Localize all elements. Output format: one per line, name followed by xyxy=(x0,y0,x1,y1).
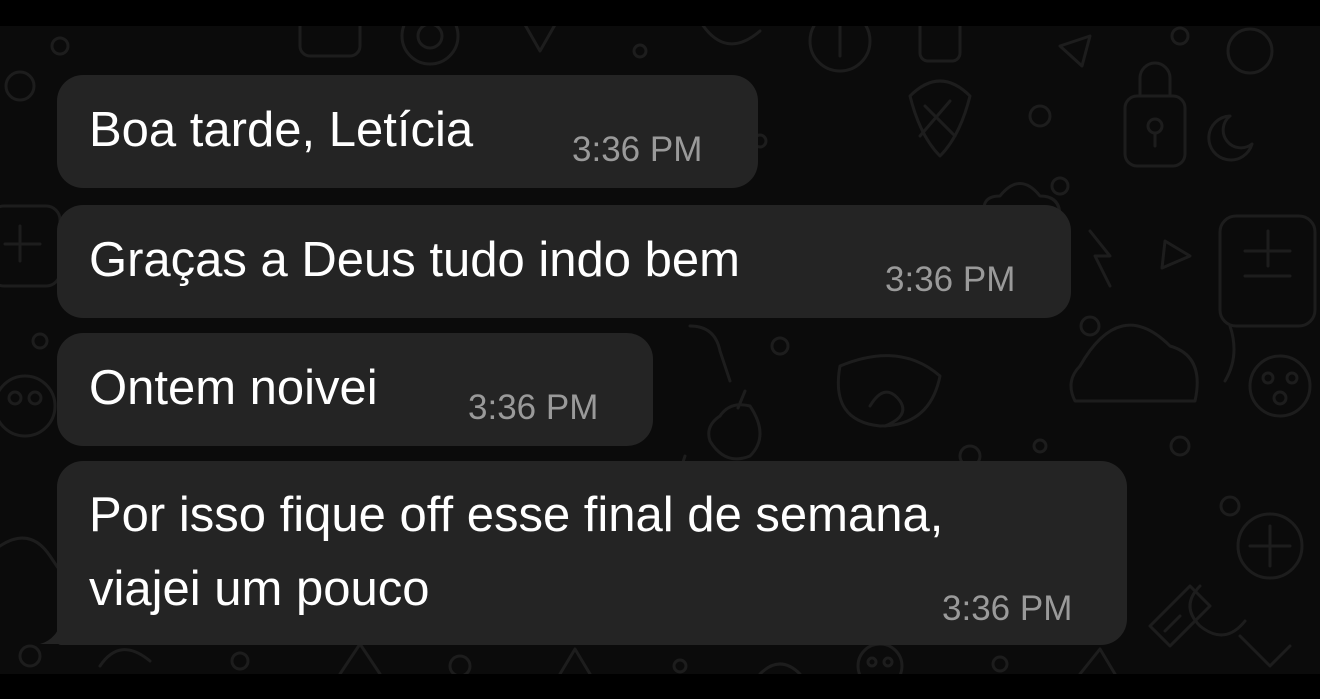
message-bubble[interactable]: Por isso fique off esse final de semana,… xyxy=(57,461,1127,645)
message-timestamp: 3:36 PM xyxy=(942,589,1073,628)
message-bubble[interactable]: Graças a Deus tudo indo bem 3:36 PM xyxy=(57,205,1071,318)
message-text-line: Por isso fique off esse final de semana, xyxy=(89,488,944,542)
message-timestamp: 3:36 PM xyxy=(885,260,1016,299)
message-timestamp: 3:36 PM xyxy=(572,130,703,169)
message-text-line: viajei um pouco xyxy=(89,562,430,616)
message-bubble[interactable]: Ontem noivei 3:36 PM xyxy=(57,333,653,446)
chat-message-area[interactable]: Boa tarde, Letícia 3:36 PM Graças a Deus… xyxy=(0,26,1320,674)
message-bubble[interactable]: Boa tarde, Letícia 3:36 PM xyxy=(57,75,758,188)
screenshot: Boa tarde, Letícia 3:36 PM Graças a Deus… xyxy=(0,0,1320,699)
message-text: Ontem noivei xyxy=(89,361,378,415)
message-timestamp: 3:36 PM xyxy=(468,388,599,427)
message-text: Boa tarde, Letícia xyxy=(89,103,474,157)
message-text: Graças a Deus tudo indo bem xyxy=(89,233,740,287)
